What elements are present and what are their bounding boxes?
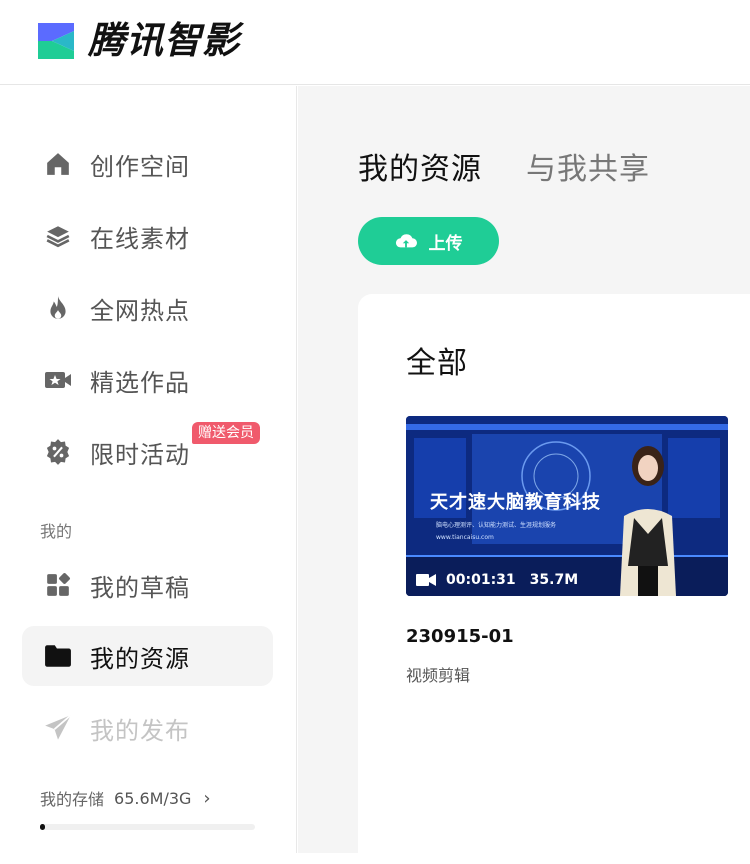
file-type: 视频剪辑: [406, 666, 471, 685]
sidebar-item-hot-topics[interactable]: 全网热点: [22, 278, 273, 338]
thumbnail-subtitle: 脑电心理测评、认知能力测试、生涯规划服务: [436, 522, 557, 529]
brand-name[interactable]: 腾讯智影: [88, 16, 240, 66]
storage-label: 我的存储: [40, 790, 105, 809]
logo-icon[interactable]: [36, 21, 76, 61]
top-bar: 腾讯智影: [0, 0, 750, 85]
sidebar-item-label: 限时活动: [90, 440, 190, 469]
sidebar-item-featured-works[interactable]: 精选作品: [22, 350, 273, 410]
apps-icon: [44, 571, 72, 599]
storage-progress-track: [40, 824, 255, 830]
send-icon: [44, 714, 72, 742]
panel-title: 全部: [406, 346, 468, 381]
file-name[interactable]: 230915-01: [406, 626, 514, 647]
sidebar-item-online-assets[interactable]: 在线素材: [22, 206, 273, 266]
folder-icon: [44, 642, 72, 670]
sidebar-item-label: 精选作品: [90, 368, 190, 397]
sidebar: 创作空间 在线素材 全网热点 精选作品 限时活动 赠送会员 我的 我的草稿 我的…: [0, 86, 297, 853]
video-duration: 00:01:31: [446, 572, 516, 588]
chevron-right-icon[interactable]: ›: [203, 788, 210, 809]
sidebar-item-label: 全网热点: [90, 296, 190, 325]
storage-value: 65.6M/3G: [114, 788, 192, 808]
sidebar-item-create-space[interactable]: 创作空间: [22, 134, 273, 194]
upload-label: 上传: [428, 233, 463, 254]
cloud-upload-icon: [395, 232, 417, 250]
video-camera-icon: [416, 574, 436, 586]
tab-my-resources[interactable]: 我的资源: [358, 150, 482, 190]
section-label-mine: 我的: [40, 522, 73, 541]
storage-progress-fill: [40, 824, 45, 830]
sidebar-item-label: 我的资源: [90, 644, 190, 673]
main-content: 我的资源 与我共享 上传 全部 天才速大脑教育科技 脑电心理测评、认知能力测试、…: [298, 86, 750, 864]
sidebar-item-label: 创作空间: [90, 152, 190, 181]
tab-shared-with-me[interactable]: 与我共享: [526, 150, 650, 190]
video-meta: 00:01:31 35.7M: [416, 572, 578, 588]
promo-badge: 赠送会员: [192, 422, 260, 444]
storage-info[interactable]: 我的存储 65.6M/3G ›: [40, 786, 211, 810]
flame-icon: [44, 294, 72, 322]
sidebar-item-my-resources[interactable]: 我的资源: [22, 626, 273, 686]
thumbnail-title: 天才速大脑教育科技: [430, 492, 601, 513]
home-icon: [44, 150, 72, 178]
sidebar-item-my-drafts[interactable]: 我的草稿: [22, 555, 273, 615]
video-size: 35.7M: [529, 572, 579, 588]
thumbnail-url: www.tiancaisu.com: [436, 534, 494, 541]
sidebar-item-label: 我的发布: [90, 716, 190, 745]
star-video-icon: [44, 366, 72, 394]
video-thumbnail[interactable]: 天才速大脑教育科技 脑电心理测评、认知能力测试、生涯规划服务 www.tianc…: [406, 416, 728, 596]
discount-icon: [44, 438, 72, 466]
layers-icon: [44, 222, 72, 250]
sidebar-item-label: 在线素材: [90, 224, 190, 253]
sidebar-item-label: 我的草稿: [90, 573, 190, 602]
resource-panel: 全部 天才速大脑教育科技 脑电心理测评、认知能力测试、生涯规划服务 www.ti…: [358, 294, 750, 864]
sidebar-item-limited-events[interactable]: 限时活动 赠送会员: [22, 422, 273, 482]
upload-button[interactable]: 上传: [358, 217, 499, 265]
sidebar-item-my-publish[interactable]: 我的发布: [22, 698, 273, 758]
